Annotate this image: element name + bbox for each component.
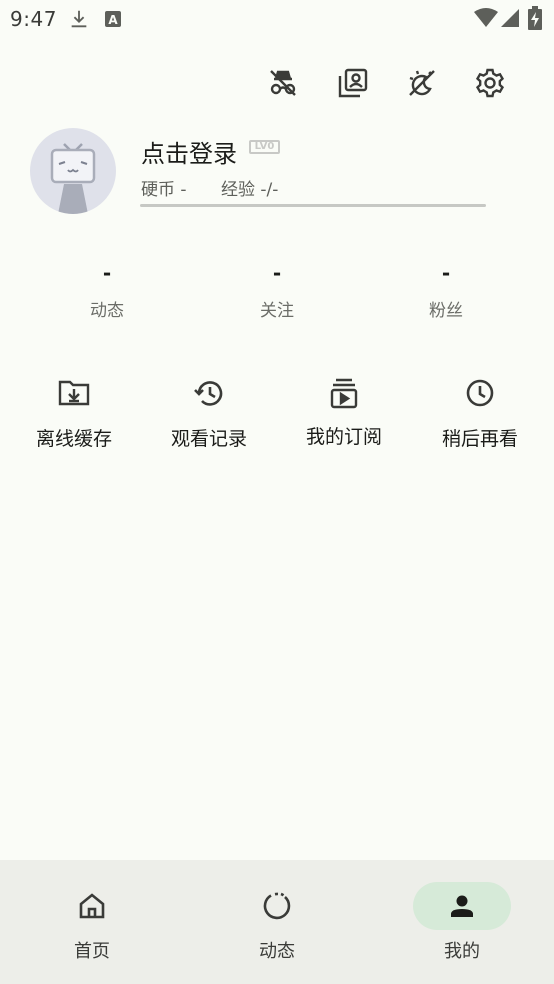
incognito-icon (270, 70, 296, 96)
level-badge: LV0 (249, 140, 280, 154)
coins-count: 硬币 - (141, 180, 187, 200)
dynamic-icon (263, 892, 291, 920)
watch-history-button[interactable]: 观看记录 (149, 376, 269, 451)
switch-account-icon (338, 68, 368, 98)
folder-download-icon (58, 380, 90, 406)
signal-icon (500, 8, 520, 32)
stat-value: - (272, 261, 282, 285)
history-icon (194, 381, 223, 406)
stat-value: - (102, 261, 112, 285)
stat-following[interactable]: - 关注 (217, 258, 337, 321)
settings-button[interactable] (467, 60, 513, 106)
night-mode-icon (409, 70, 435, 96)
stat-label: 粉丝 (429, 301, 463, 321)
settings-icon (475, 68, 505, 98)
nav-label: 首页 (74, 941, 110, 962)
quick-label: 稍后再看 (441, 428, 518, 450)
download-icon (68, 8, 90, 34)
stat-value: - (441, 261, 451, 285)
quick-actions: 离线缓存 观看记录 我的订阅 稍后再看 (0, 376, 554, 456)
exp-progress-bar (140, 204, 486, 207)
status-bar: 9:47 A (0, 0, 554, 38)
stat-fans[interactable]: - 粉丝 (386, 258, 506, 321)
incognito-button[interactable] (260, 60, 306, 106)
clock-icon (466, 379, 494, 407)
switch-account-button[interactable] (330, 60, 376, 106)
watch-later-button[interactable]: 稍后再看 (420, 376, 540, 451)
offline-cache-button[interactable]: 离线缓存 (14, 376, 134, 451)
person-icon (451, 895, 473, 917)
nav-item-dynamics[interactable]: 动态 (227, 882, 327, 963)
wifi-icon (473, 8, 499, 32)
my-subscriptions-button[interactable]: 我的订阅 (284, 376, 404, 449)
nav-label: 我的 (444, 941, 480, 962)
top-toolbar (0, 60, 554, 106)
stat-dynamics[interactable]: - 动态 (47, 258, 167, 321)
home-icon (79, 893, 105, 919)
bottom-nav: 首页 动态 我的 (0, 860, 554, 984)
profile-section: 点击登录 LV0 硬币 - 经验 -/- (30, 128, 530, 218)
status-time: 9:47 (10, 7, 57, 31)
battery-charging-icon (528, 6, 542, 34)
stat-label: 关注 (260, 301, 294, 321)
quick-label: 离线缓存 (35, 428, 112, 450)
default-avatar-icon (50, 143, 96, 214)
quick-label: 我的订阅 (305, 426, 382, 448)
stat-label: 动态 (90, 301, 124, 321)
subscriptions-icon (330, 378, 358, 409)
keyboard-a-icon: A (104, 10, 122, 32)
night-mode-button[interactable] (399, 60, 445, 106)
exp-count: 经验 -/- (221, 180, 279, 200)
stats-row: - 动态 - 关注 - 粉丝 (0, 258, 554, 328)
nav-item-home[interactable]: 首页 (42, 882, 142, 963)
quick-label: 观看记录 (170, 428, 247, 450)
nav-item-mine[interactable]: 我的 (412, 882, 512, 963)
avatar[interactable] (30, 128, 116, 214)
svg-text:A: A (108, 13, 118, 27)
nav-label: 动态 (259, 941, 295, 962)
login-link[interactable]: 点击登录 (141, 134, 237, 169)
